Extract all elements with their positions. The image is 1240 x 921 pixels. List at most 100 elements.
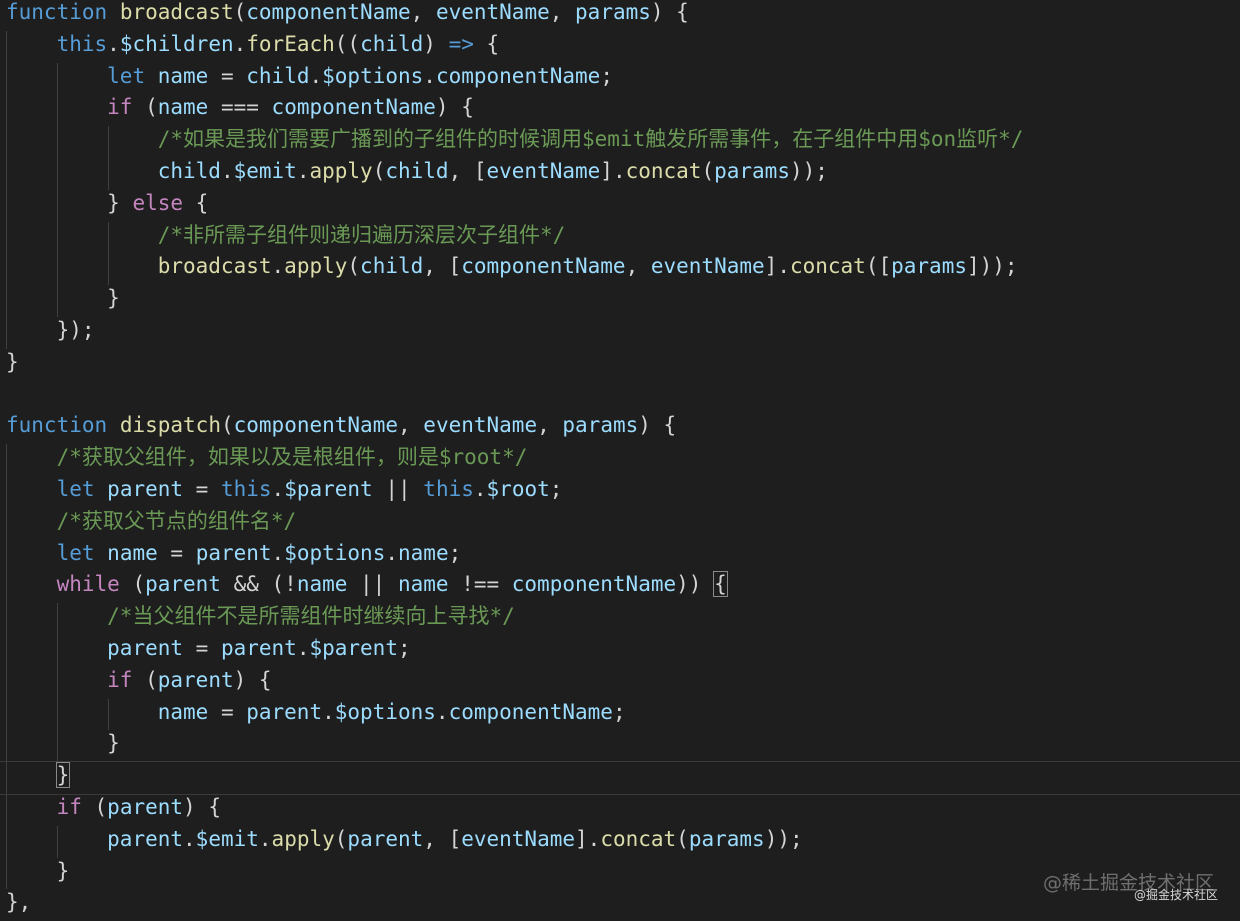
token-punctuation: . xyxy=(296,159,310,183)
token-punctuation: ) { xyxy=(638,413,677,438)
token-punctuation xyxy=(107,0,120,24)
token-punctuation xyxy=(6,700,158,724)
token-punctuation xyxy=(6,223,158,247)
token-punctuation: , [ xyxy=(423,826,462,851)
token-identifier: $options xyxy=(334,699,436,724)
code-line[interactable]: }); xyxy=(6,317,95,349)
token-punctuation: = xyxy=(183,636,221,660)
token-punctuation: || xyxy=(347,572,398,597)
code-line[interactable]: /*获取父节点的组件名*/ xyxy=(6,508,297,540)
code-line[interactable]: parent = parent.$parent; xyxy=(6,635,411,667)
token-punctuation: ) xyxy=(423,31,449,56)
token-punctuation: ( xyxy=(119,572,146,597)
token-identifier: params xyxy=(688,826,765,851)
code-line[interactable]: }, xyxy=(6,889,31,921)
code-line[interactable]: } xyxy=(6,349,19,381)
token-identifier: $parent xyxy=(284,477,373,501)
code-line[interactable]: broadcast.apply(child, [componentName, e… xyxy=(6,253,1018,285)
token-punctuation: !== xyxy=(448,572,512,597)
code-line[interactable]: child.$emit.apply(child, [eventName].con… xyxy=(6,158,828,190)
code-line[interactable]: } xyxy=(6,730,120,762)
token-control-keyword: else xyxy=(132,190,184,215)
token-punctuation: . xyxy=(233,31,247,56)
code-line[interactable]: let name = child.$options.componentName; xyxy=(6,63,613,95)
token-identifier: componentName xyxy=(233,413,398,438)
code-line[interactable]: } xyxy=(6,858,70,890)
token-identifier: parent xyxy=(107,636,184,660)
token-punctuation: = xyxy=(208,699,247,724)
code-line[interactable]: while (parent && (!name || name !== comp… xyxy=(6,571,728,603)
token-keyword: function xyxy=(6,0,108,24)
token-punctuation xyxy=(6,32,57,56)
code-line[interactable]: if (parent) { xyxy=(6,794,221,826)
code-line[interactable]: } xyxy=(6,285,120,317)
token-identifier: parent xyxy=(220,636,297,660)
token-punctuation xyxy=(6,668,107,692)
token-punctuation: ( xyxy=(220,413,234,438)
token-identifier: componentName xyxy=(461,254,626,279)
token-punctuation: ( xyxy=(676,826,689,851)
code-line[interactable]: if (parent) { xyxy=(6,667,272,699)
code-line[interactable]: this.$children.forEach((child) => { xyxy=(6,31,500,63)
token-identifier: eventName xyxy=(435,0,550,24)
token-punctuation: . xyxy=(271,540,285,565)
code-line[interactable]: let name = parent.$options.name; xyxy=(6,540,462,572)
token-punctuation: )); xyxy=(789,159,828,183)
code-editor[interactable]: function broadcast(componentName, eventN… xyxy=(0,0,1240,919)
code-line[interactable]: /*当父组件不是所需组件时继续向上寻找*/ xyxy=(6,603,515,635)
token-punctuation: , xyxy=(537,413,563,438)
token-function-name: apply xyxy=(309,159,373,183)
code-line[interactable]: parent.$emit.apply(parent, [eventName].c… xyxy=(6,826,803,858)
token-identifier: $options xyxy=(284,540,386,565)
token-punctuation xyxy=(107,413,120,437)
token-punctuation: ])); xyxy=(966,254,1018,279)
code-line[interactable]: if (name === componentName) { xyxy=(6,94,474,126)
token-punctuation: )); xyxy=(764,826,803,851)
token-punctuation: ) { xyxy=(650,0,689,24)
code-line[interactable]: } else { xyxy=(6,190,208,222)
token-identifier: name xyxy=(157,699,209,724)
token-identifier: child xyxy=(157,159,221,183)
token-identifier: eventName xyxy=(423,413,538,438)
token-identifier: $emit xyxy=(233,159,297,183)
token-punctuation: ) { xyxy=(233,667,272,692)
token-punctuation xyxy=(6,541,57,565)
token-punctuation: } xyxy=(6,731,120,756)
code-line[interactable]: } xyxy=(0,761,1240,795)
token-punctuation: ( xyxy=(233,0,247,24)
token-comment: /*非所需子组件则递归遍历深层次子组件*/ xyxy=(157,222,566,247)
code-line[interactable]: let parent = this.$parent || this.$root; xyxy=(6,476,563,508)
token-punctuation: . xyxy=(258,826,272,851)
token-punctuation: ) { xyxy=(435,95,474,120)
token-punctuation: } xyxy=(6,858,70,883)
token-punctuation: , xyxy=(549,0,576,24)
token-identifier: parent xyxy=(195,540,272,565)
token-punctuation xyxy=(6,827,107,851)
token-comment: /*当父组件不是所需组件时继续向上寻找*/ xyxy=(107,604,515,629)
token-control-keyword: if xyxy=(56,795,82,819)
token-identifier: params xyxy=(575,0,651,24)
code-line[interactable]: name = parent.$options.componentName; xyxy=(6,699,626,731)
token-keyword: this xyxy=(56,31,108,56)
code-line[interactable]: function dispatch(componentName, eventNa… xyxy=(6,412,676,444)
token-identifier: child xyxy=(385,159,449,183)
token-identifier: params xyxy=(714,159,790,183)
code-line[interactable]: /*获取父组件，如果以及是根组件，则是$root*/ xyxy=(6,444,528,476)
code-line[interactable]: /*非所需子组件则递归遍历深层次子组件*/ xyxy=(6,222,566,254)
token-punctuation xyxy=(6,95,107,119)
token-punctuation: ; xyxy=(397,636,411,660)
token-identifier: parent xyxy=(157,667,234,692)
token-function-name: broadcast xyxy=(119,0,234,24)
token-comment: /*获取父节点的组件名*/ xyxy=(56,508,297,533)
code-line[interactable]: /*如果是我们需要广播到的子组件的时候调用$emit触发所需事件，在子组件中用$… xyxy=(6,126,1024,158)
token-identifier: parent xyxy=(107,795,184,819)
token-keyword: this xyxy=(220,477,272,501)
token-function-name: broadcast xyxy=(157,254,272,279)
token-punctuation: . xyxy=(309,63,323,88)
token-punctuation: )) xyxy=(676,572,715,597)
token-punctuation: ( xyxy=(132,667,158,692)
code-line[interactable]: function broadcast(componentName, eventN… xyxy=(6,0,689,31)
token-identifier: child xyxy=(360,254,424,279)
token-identifier: parent xyxy=(107,826,184,851)
token-punctuation xyxy=(6,636,107,660)
